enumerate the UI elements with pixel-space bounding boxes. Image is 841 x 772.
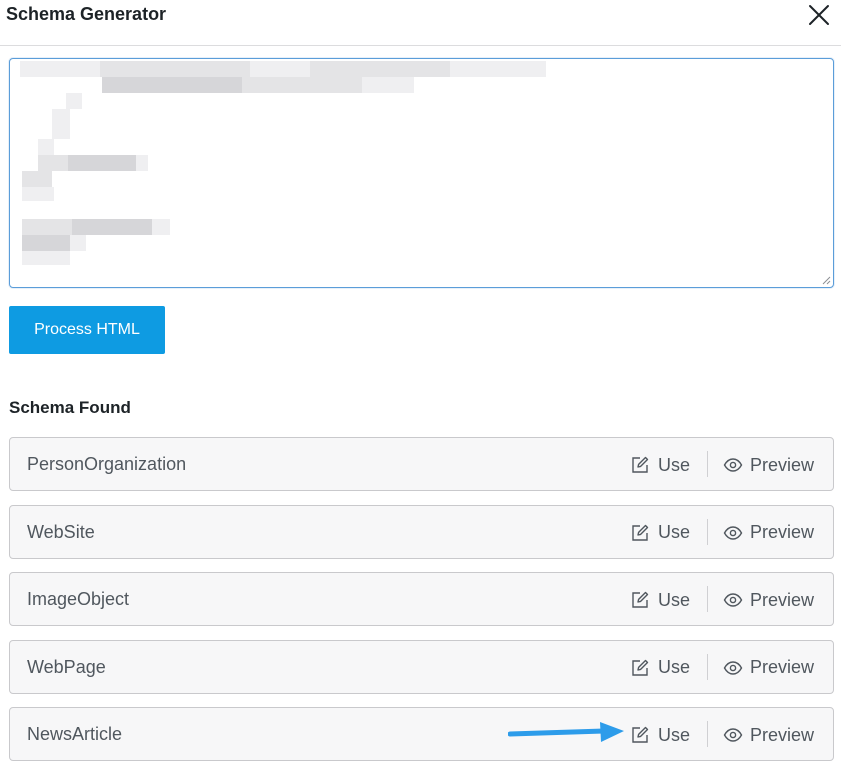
redacted-text — [22, 219, 72, 235]
use-button[interactable]: Use — [630, 654, 690, 682]
edit-icon — [632, 726, 649, 743]
html-input-textarea[interactable] — [9, 58, 834, 288]
close-button[interactable] — [806, 2, 832, 28]
redacted-text — [362, 77, 414, 93]
schema-name: ImageObject — [27, 589, 130, 609]
redacted-text — [450, 61, 546, 77]
preview-label: Preview — [750, 522, 815, 542]
eye-icon — [723, 660, 743, 675]
use-label: Use — [658, 522, 691, 542]
redacted-text — [38, 155, 68, 171]
use-button[interactable]: Use — [630, 586, 690, 614]
annotation-arrow-icon — [508, 722, 624, 742]
redacted-text — [100, 61, 250, 77]
divider — [707, 586, 708, 612]
preview-button[interactable]: Preview — [723, 654, 814, 682]
divider — [707, 451, 708, 477]
eye-icon — [723, 728, 743, 742]
redacted-text — [22, 187, 54, 201]
preview-button[interactable]: Preview — [723, 586, 814, 614]
use-label: Use — [658, 589, 691, 610]
eye-icon — [723, 458, 743, 472]
preview-label: Preview — [750, 454, 815, 475]
schema-row: NewsArticle Use Preview — [9, 707, 834, 761]
redacted-text — [22, 171, 52, 187]
resize-handle-icon[interactable] — [821, 275, 831, 285]
redacted-text — [20, 61, 100, 77]
use-label: Use — [658, 657, 691, 677]
redacted-text — [66, 93, 82, 109]
use-button[interactable]: Use — [630, 519, 690, 547]
redacted-text — [38, 139, 54, 155]
divider — [707, 653, 708, 680]
use-button[interactable]: Use — [630, 721, 690, 749]
modal-title: Schema Generator — [6, 4, 167, 24]
edit-icon — [632, 524, 649, 541]
redacted-text — [136, 155, 148, 171]
redacted-text — [242, 77, 362, 93]
schema-name: PersonOrganization — [27, 454, 187, 474]
schema-found-heading: Schema Found — [9, 398, 131, 417]
schema-row: WebSite Use Preview — [9, 504, 834, 559]
redacted-text — [102, 77, 242, 93]
preview-button[interactable]: Preview — [723, 519, 814, 547]
redacted-text — [310, 61, 450, 77]
edit-icon — [632, 591, 649, 608]
schema-list: PersonOrganization Use Preview WebSite U… — [9, 437, 834, 772]
eye-icon — [723, 525, 743, 540]
redacted-text — [22, 251, 70, 265]
modal-header: Schema Generator — [0, 0, 841, 46]
redacted-text — [70, 235, 86, 251]
schema-name: WebSite — [27, 521, 95, 542]
redacted-text — [250, 61, 310, 77]
use-label: Use — [658, 724, 691, 745]
edit-icon — [632, 659, 649, 676]
use-button[interactable]: Use — [630, 451, 690, 479]
redacted-text — [72, 219, 152, 235]
eye-icon — [723, 593, 743, 607]
redacted-text — [68, 155, 136, 171]
redacted-text — [52, 109, 70, 139]
process-html-button[interactable]: Process HTML — [9, 306, 165, 354]
schema-name: WebPage — [27, 656, 106, 677]
schema-row: WebPage Use Preview — [9, 639, 834, 694]
divider — [707, 721, 708, 747]
use-label: Use — [658, 454, 691, 475]
close-icon — [809, 5, 829, 25]
schema-row: PersonOrganization Use Preview — [9, 437, 834, 491]
schema-row: ImageObject Use Preview — [9, 572, 834, 626]
preview-label: Preview — [750, 724, 815, 745]
preview-button[interactable]: Preview — [723, 721, 814, 749]
preview-label: Preview — [750, 589, 815, 610]
edit-icon — [632, 456, 649, 473]
divider — [707, 518, 708, 545]
preview-button[interactable]: Preview — [723, 451, 814, 479]
redacted-text — [152, 219, 170, 235]
preview-label: Preview — [750, 657, 815, 677]
redacted-text — [22, 235, 70, 251]
schema-name: NewsArticle — [27, 724, 123, 744]
